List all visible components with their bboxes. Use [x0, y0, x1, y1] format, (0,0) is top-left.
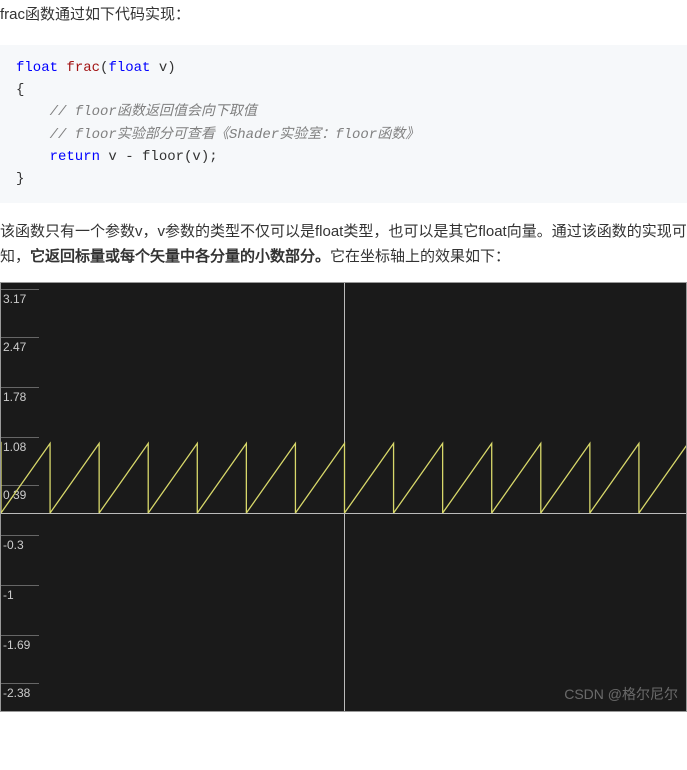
desc-part2: 它在坐标轴上的效果如下：: [330, 248, 510, 265]
code-block: float frac(float v) { // floor函数返回值会向下取值…: [0, 45, 687, 203]
code-keyword: float: [108, 60, 150, 76]
code-text: }: [16, 171, 24, 187]
code-comment: // floor函数返回值会向下取值: [16, 104, 257, 120]
code-text: v): [150, 60, 175, 76]
code-comment: // floor实验部分可查看《Shader实验室：floor函数》: [16, 127, 419, 143]
description-text: 该函数只有一个参数v，v参数的类型不仅可以是float类型，也可以是其它floa…: [0, 219, 687, 270]
code-keyword: float: [16, 60, 58, 76]
code-text: v - floor(v);: [100, 149, 218, 165]
code-funcname: frac: [58, 60, 100, 76]
chart-container: 3.17 2.47 1.78 1.08 0.39 -0.3 -1 -1.69 -…: [0, 282, 687, 712]
code-keyword: return: [16, 149, 100, 165]
code-text: {: [16, 82, 24, 98]
desc-bold: 它返回标量或每个矢量中各分量的小数部分。: [30, 248, 330, 265]
intro-text: frac函数通过如下代码实现：: [0, 0, 687, 37]
frac-waveform: [1, 283, 687, 712]
